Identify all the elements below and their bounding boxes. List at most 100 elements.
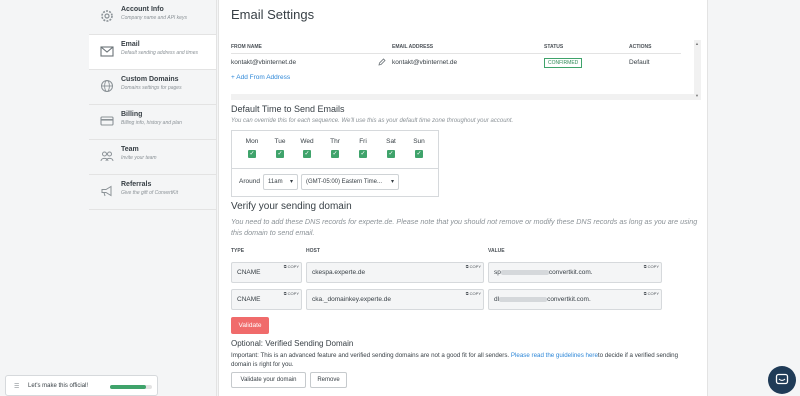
column-header-status: STATUS [544, 44, 564, 50]
day-label-sat: Sat [386, 138, 396, 145]
email-address-value: kontakt@vbinternet.de [392, 59, 458, 66]
sidebar-item-title: Referrals [121, 181, 152, 188]
dns-column-type: TYPE [231, 248, 245, 254]
gear-icon [101, 10, 113, 22]
onboarding-progress-fill [110, 385, 146, 389]
sidebar-item-title: Email [121, 41, 140, 48]
megaphone-icon [101, 185, 112, 197]
days-divider [232, 168, 438, 169]
redacted-blur [500, 269, 549, 275]
column-header-email-address: EMAIL ADDRESS [392, 44, 434, 50]
send-time-value: 11am [268, 179, 283, 185]
column-header-from-name: FROM NAME [231, 44, 262, 50]
email-addresses-table: FROM NAME EMAIL ADDRESS STATUS ACTIONS k… [231, 40, 701, 100]
dns-record-2-host[interactable]: cka._domainkey.experte.de ⧉ COPY [306, 289, 484, 310]
default-time-note: You can override this for each sequence.… [231, 118, 514, 124]
day-checkbox-sat[interactable]: ✓ [387, 150, 395, 158]
send-days-box: Mon Tue Wed Thr Fri Sat Sun ✓ ✓ ✓ ✓ ✓ ✓ … [231, 130, 439, 197]
sidebar-item-subtitle: Billing info, history and plan [121, 120, 182, 126]
table-horizontal-scrollbar[interactable] [231, 94, 694, 100]
onboarding-progress-bar [110, 385, 152, 389]
sidebar-item-account-info[interactable]: Account Info Company name and API keys [89, 0, 216, 35]
redacted-blur [499, 296, 548, 302]
day-label-fri: Fri [359, 138, 367, 145]
dns-record-1-host[interactable]: ckespa.experte.de ⧉ COPY [306, 262, 484, 283]
dns-record-1-value[interactable]: sp convertkit.com. ⧉ COPY [488, 262, 662, 283]
dns-value-suffix: convertkit.com. [548, 269, 593, 276]
verify-domain-title: Verify your sending domain [231, 201, 352, 212]
day-label-thr: Thr [330, 138, 340, 145]
dns-column-value: VALUE [488, 248, 505, 254]
day-checkbox-tue[interactable]: ✓ [276, 150, 284, 158]
credit-card-icon [100, 116, 114, 126]
chevron-down-icon: ▾ [390, 179, 394, 185]
dns-record-2-type[interactable]: CNAME ⧉ COPY [231, 289, 302, 310]
day-label-tue: Tue [274, 138, 286, 145]
copy-label: COPY [647, 291, 659, 296]
send-time-select[interactable]: 11am ▾ [263, 174, 298, 190]
team-icon [100, 151, 114, 162]
day-checkbox-sun[interactable]: ✓ [415, 150, 423, 158]
from-name-value: kontakt@vbinternet.de [231, 59, 297, 66]
dns-column-host: HOST [306, 248, 320, 254]
sidebar-item-email[interactable]: Email Default sending address and times [89, 35, 216, 70]
dns-value-suffix: convertkit.com. [547, 296, 591, 303]
dns-type-value: CNAME [237, 269, 261, 276]
sidebar-item-subtitle: Invite your team [121, 155, 157, 161]
table-vertical-scrollbar[interactable]: ▲ ▼ [694, 40, 701, 100]
timezone-select[interactable]: (GMT-05:00) Eastern Time... ▾ [301, 174, 399, 190]
day-checkbox-fri[interactable]: ✓ [359, 150, 367, 158]
sidebar-item-team[interactable]: Team Invite your team [89, 140, 216, 175]
copy-label: COPY [287, 291, 299, 296]
sidebar-item-subtitle: Give the gift of ConvertKit [121, 190, 178, 196]
optional-title: Optional: Verified Sending Domain [231, 339, 354, 348]
copy-button[interactable]: ⧉ COPY [466, 291, 481, 296]
default-time-title: Default Time to Send Emails [231, 104, 345, 114]
copy-label: COPY [469, 264, 481, 269]
scroll-down-arrow-icon[interactable]: ▼ [695, 93, 699, 98]
add-from-address-link[interactable]: + Add From Address [231, 74, 290, 81]
copy-button[interactable]: ⧉ COPY [644, 264, 659, 269]
copy-button[interactable]: ⧉ COPY [644, 291, 659, 296]
dns-record-1-type[interactable]: CNAME ⧉ COPY [231, 262, 302, 283]
status-badge: CONFIRMED [544, 58, 583, 68]
action-default-label: Default [629, 59, 650, 66]
sidebar-item-custom-domains[interactable]: Custom Domains Domains settings for page… [89, 70, 216, 105]
verify-domain-note: You need to add these DNS records for ex… [231, 217, 698, 237]
globe-icon [101, 80, 113, 92]
copy-button[interactable]: ⧉ COPY [284, 291, 299, 296]
onboarding-widget[interactable]: ☰ Let's make this official! [5, 375, 158, 396]
chat-button[interactable] [768, 366, 796, 394]
sidebar-item-subtitle: Company name and API keys [121, 15, 187, 21]
column-header-actions: ACTIONS [629, 44, 652, 50]
optional-text-before: Important: This is an advanced feature a… [231, 352, 511, 359]
day-checkbox-wed[interactable]: ✓ [303, 150, 311, 158]
scroll-up-arrow-icon[interactable]: ▲ [695, 41, 699, 46]
copy-button[interactable]: ⧉ COPY [466, 264, 481, 269]
table-divider [231, 53, 681, 54]
guidelines-link[interactable]: Please read the guidelines here [511, 352, 598, 359]
envelope-icon [100, 46, 114, 57]
sidebar-item-title: Team [121, 146, 139, 153]
copy-button[interactable]: ⧉ COPY [284, 264, 299, 269]
dns-record-2-value[interactable]: dl convertkit.com. ⧉ COPY [488, 289, 662, 310]
day-checkbox-mon[interactable]: ✓ [248, 150, 256, 158]
page: Account Info Company name and API keys E… [0, 0, 800, 396]
day-label-wed: Wed [300, 138, 314, 145]
day-checkbox-thr[interactable]: ✓ [331, 150, 339, 158]
page-title: Email Settings [231, 7, 315, 22]
dns-host-value: cka._domainkey.experte.de [312, 296, 392, 303]
edit-pencil-icon[interactable] [378, 58, 386, 66]
sidebar-item-title: Custom Domains [121, 76, 179, 83]
day-label-sun: Sun [413, 138, 425, 145]
timezone-value: (GMT-05:00) Eastern Time... [306, 179, 383, 185]
dns-type-value: CNAME [237, 296, 261, 303]
settings-sidebar: Account Info Company name and API keys E… [89, 0, 217, 396]
list-icon: ☰ [14, 384, 20, 390]
sidebar-item-referrals[interactable]: Referrals Give the gift of ConvertKit [89, 175, 216, 210]
remove-button[interactable]: Remove [310, 372, 347, 388]
validate-your-domain-button[interactable]: Validate your domain [231, 372, 306, 388]
sidebar-item-billing[interactable]: Billing Billing info, history and plan [89, 105, 216, 140]
optional-description: Important: This is an advanced feature a… [231, 351, 696, 369]
validate-button[interactable]: Validate [231, 317, 269, 334]
